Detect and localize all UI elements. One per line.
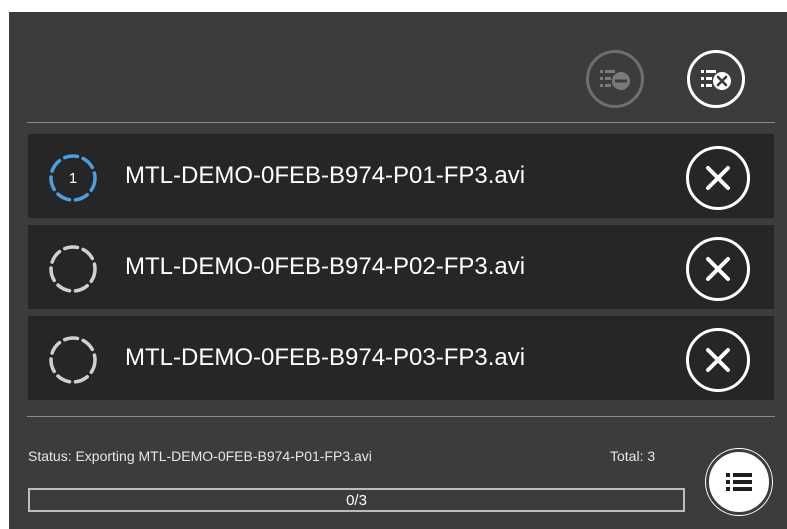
export-progress-bar: 0/3 xyxy=(28,488,685,512)
queue-item[interactable]: 1 MTL-DEMO-0FEB-B974-P01-FP3.avi xyxy=(28,134,774,218)
queue-list-button[interactable] xyxy=(706,449,772,515)
remove-item-button[interactable] xyxy=(686,146,750,210)
queue-item[interactable]: MTL-DEMO-0FEB-B974-P03-FP3.avi xyxy=(28,316,774,400)
queue-item[interactable]: MTL-DEMO-0FEB-B974-P02-FP3.avi xyxy=(28,225,774,309)
total-count: Total: 3 xyxy=(610,448,656,464)
queue-position xyxy=(47,243,99,295)
file-name: MTL-DEMO-0FEB-B974-P03-FP3.avi xyxy=(125,344,526,371)
close-icon xyxy=(706,166,730,190)
close-icon xyxy=(706,348,730,372)
remove-item-button[interactable] xyxy=(686,237,750,301)
file-name: MTL-DEMO-0FEB-B974-P02-FP3.avi xyxy=(125,253,526,280)
remove-item-button[interactable] xyxy=(686,328,750,392)
file-name: MTL-DEMO-0FEB-B974-P01-FP3.avi xyxy=(125,162,526,189)
bottom-divider xyxy=(27,416,775,417)
queue-position: 1 xyxy=(68,169,78,187)
list-icon xyxy=(726,473,752,491)
clear-all-button[interactable] xyxy=(687,50,745,108)
top-divider xyxy=(27,122,775,123)
export-queue-panel: 1 MTL-DEMO-0FEB-B974-P01-FP3.avi MTL-DEM… xyxy=(9,12,787,529)
list-remove-icon xyxy=(600,70,630,90)
status-text: Status: Exporting MTL-DEMO-0FEB-B974-P01… xyxy=(28,448,372,464)
progress-label: 0/3 xyxy=(346,491,367,509)
close-icon xyxy=(706,257,730,281)
queue-position xyxy=(47,334,99,386)
remove-completed-button[interactable] xyxy=(586,50,644,108)
list-clear-icon xyxy=(701,70,731,90)
